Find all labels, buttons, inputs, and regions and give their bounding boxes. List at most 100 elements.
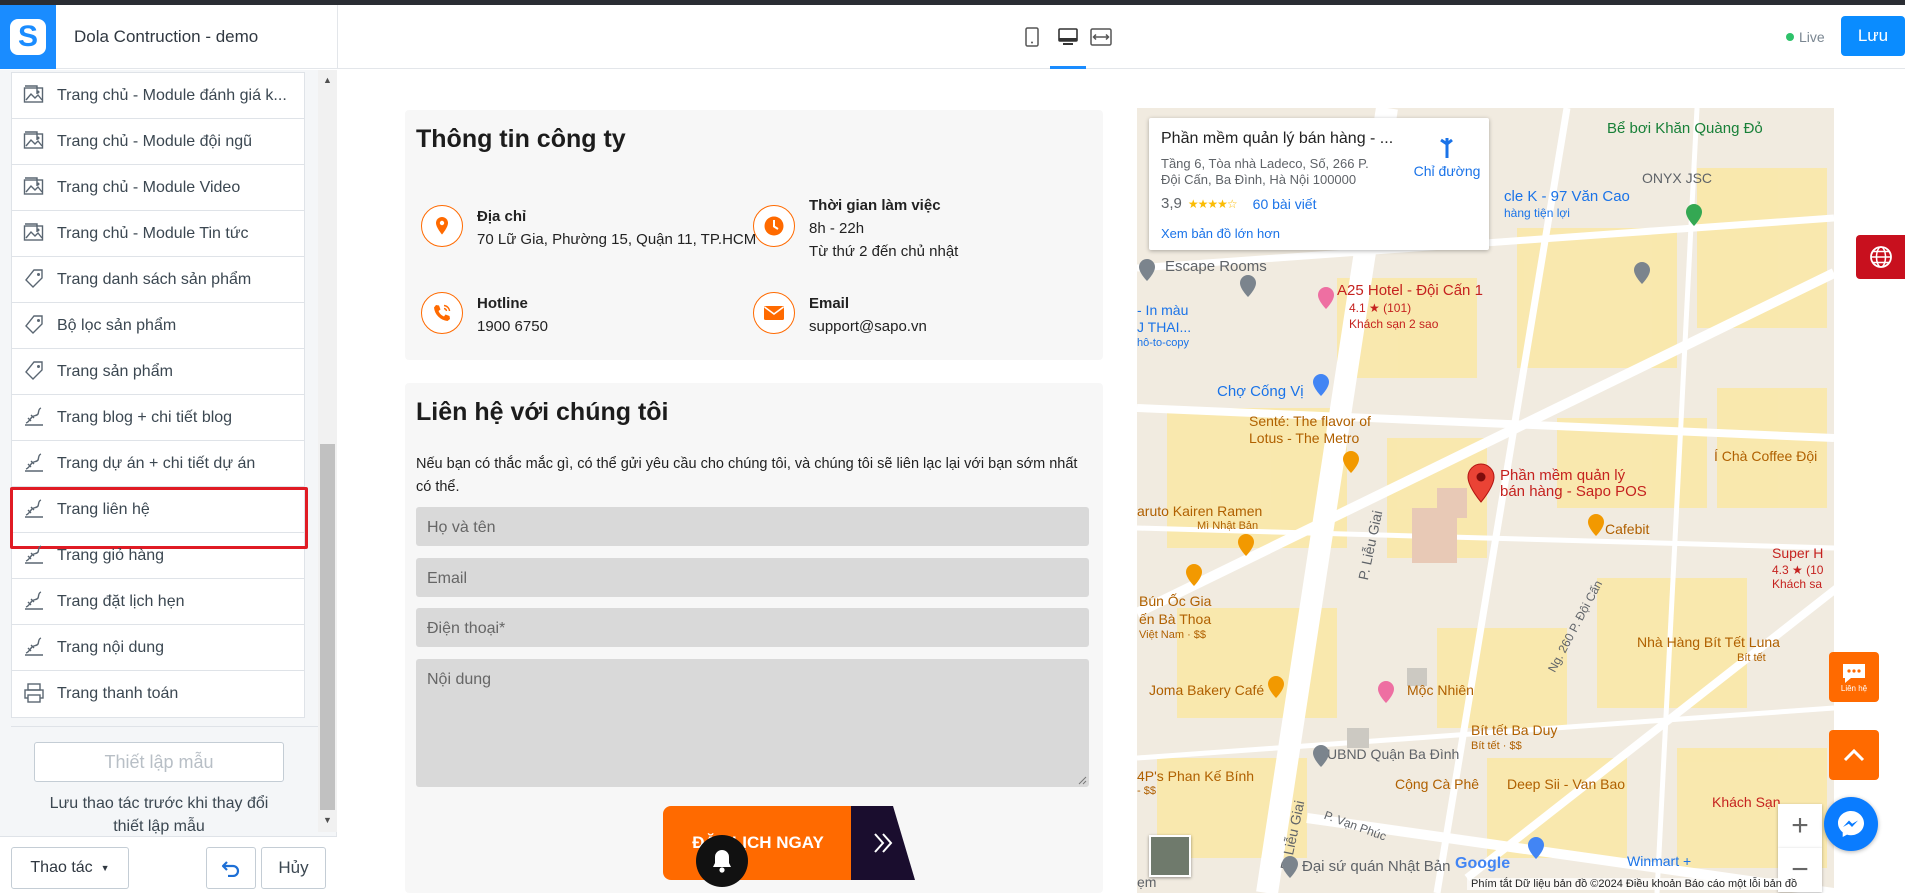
map-label: aruto Kairen Ramen xyxy=(1137,503,1263,519)
clock-icon xyxy=(753,205,795,247)
sidebar-item-label: Trang danh sách sản phẩm xyxy=(57,270,252,288)
page-icon xyxy=(23,452,47,476)
company-info-panel: Thông tin công ty Địa chỉ 70 Lữ Gia, Phư… xyxy=(405,110,1103,360)
address-label: Địa chỉ xyxy=(477,208,527,225)
email-input[interactable]: Email xyxy=(416,558,1089,597)
message-textarea[interactable]: Nội dung xyxy=(416,659,1089,787)
hotel-pin-icon xyxy=(1318,287,1334,309)
page-icon xyxy=(23,498,47,522)
sapo-logo[interactable]: S xyxy=(0,5,56,69)
map-label: Bún Ốc Gia xyxy=(1139,593,1212,609)
map-label: hàng tiện lợi xyxy=(1504,206,1570,220)
map-label: Chợ Cống Vị xyxy=(1217,383,1304,400)
place-pin-icon xyxy=(1240,275,1256,297)
save-button[interactable]: Lưu xyxy=(1841,16,1905,56)
sidebar-item-11[interactable]: Trang đặt lịch hẹn xyxy=(12,579,304,625)
notification-bell-icon[interactable] xyxy=(696,835,748,887)
sidebar-item-3[interactable]: Trang chủ - Module Tin tức xyxy=(12,211,304,257)
embassy-pin-icon xyxy=(1282,856,1298,878)
chat-bubble-icon xyxy=(1843,663,1865,683)
store-name: Dola Contruction - demo xyxy=(74,27,259,46)
undo-icon xyxy=(221,861,240,877)
reviews-link[interactable]: 60 bài viết xyxy=(1253,196,1317,212)
place-name: Phần mềm quản lý bán hàng - ... xyxy=(1161,130,1394,147)
larger-map-link[interactable]: Xem bản đồ lớn hơn xyxy=(1161,226,1280,241)
cafe-pin-icon xyxy=(1588,514,1604,536)
cancel-button[interactable]: Hủy xyxy=(261,847,326,889)
location-pin-icon[interactable] xyxy=(1467,463,1495,503)
sidebar-item-10[interactable]: Trang giỏ hàng xyxy=(12,533,304,579)
caret-down-icon: ▼ xyxy=(100,863,110,873)
sidebar-item-0[interactable]: Trang chủ - Module đánh giá k... xyxy=(12,73,304,119)
phone-input[interactable]: Điện thoại* xyxy=(416,608,1089,647)
map-label: Senté: The flavor of xyxy=(1249,413,1371,429)
satellite-toggle[interactable] xyxy=(1149,835,1191,877)
map-label: A25 Hotel - Đội Cấn 1 xyxy=(1337,282,1483,299)
map-label: 4P's Phan Kế Bính xyxy=(1137,768,1255,784)
sidebar-item-9[interactable]: Trang liên hệ xyxy=(10,487,308,549)
map-label: - In màu xyxy=(1137,302,1189,318)
map-label: Đại sứ quán Nhật Bản xyxy=(1302,858,1451,875)
sidebar-scroll-thumb[interactable] xyxy=(320,444,335,810)
google-map[interactable]: Bể bơi Khăn Quàng Đỏ ONYX JSC cle K - 97… xyxy=(1137,108,1834,893)
sidebar-item-13[interactable]: Trang thanh toán xyxy=(12,671,304,717)
location-pin-icon xyxy=(421,205,463,247)
map-label: Deep Sii - Van Bao xyxy=(1507,776,1626,792)
map-label: Bít tết xyxy=(1737,652,1766,664)
map-label: Bít tết · $$ xyxy=(1471,740,1522,752)
resize-handle-icon xyxy=(1078,776,1087,785)
pin-label-line: bán hàng - Sapo POS xyxy=(1500,483,1647,500)
undo-button[interactable] xyxy=(206,847,256,889)
map-label: Bít tết Ba Duy xyxy=(1471,722,1558,738)
sidebar-divider xyxy=(11,726,318,727)
tag-icon xyxy=(23,268,47,292)
messenger-icon[interactable] xyxy=(1824,797,1878,851)
sidebar-item-6[interactable]: Trang sản phẩm xyxy=(12,349,304,395)
scroll-down-icon[interactable]: ▼ xyxy=(320,812,335,828)
sidebar-item-label: Trang dự án + chi tiết dự án xyxy=(57,454,256,472)
map-label: Joma Bakery Café xyxy=(1149,682,1265,698)
sidebar-item-4[interactable]: Trang danh sách sản phẩm xyxy=(12,257,304,303)
name-input[interactable]: Họ và tên xyxy=(416,507,1089,546)
hours-block: Thời gian làm việc 8h - 22h Từ thứ 2 đến… xyxy=(753,194,958,263)
template-settings-button[interactable]: Thiết lập mẫu xyxy=(34,742,284,782)
live-label: Live xyxy=(1799,29,1825,45)
sidebar-item-7[interactable]: Trang blog + chi tiết blog xyxy=(12,395,304,441)
scroll-up-icon[interactable]: ▲ xyxy=(320,72,335,88)
map-label: ONYX JSC xyxy=(1642,170,1713,186)
header-divider xyxy=(337,5,338,69)
actions-dropdown[interactable]: Thao tác ▼ xyxy=(11,847,129,889)
sidebar-item-12[interactable]: Trang nội dung xyxy=(12,625,304,671)
sidebar-item-1[interactable]: Trang chủ - Module đội ngũ xyxy=(12,119,304,165)
contact-float-button[interactable]: Liên hệ xyxy=(1829,652,1879,702)
map-label: - $$ xyxy=(1137,785,1156,797)
template-note: Lưu thao tác trước khi thay đổi thiết lậ… xyxy=(49,795,269,835)
address-block: Địa chỉ 70 Lữ Gia, Phường 15, Quận 11, T… xyxy=(421,205,756,251)
back-to-top-icon[interactable] xyxy=(1829,730,1879,780)
zoom-in-icon[interactable]: + xyxy=(1778,804,1822,848)
hotline-label: Hotline xyxy=(477,295,528,312)
map-label: Bể bơi Khăn Quàng Đỏ xyxy=(1607,120,1763,137)
map-label: 4.3 ★ (10 xyxy=(1772,563,1824,577)
desktop-icon[interactable] xyxy=(1054,23,1082,51)
sidebar-item-label: Bộ lọc sản phẩm xyxy=(57,316,177,334)
sidebar-item-label: Trang chủ - Module Tin tức xyxy=(57,224,249,242)
sidebar-item-8[interactable]: Trang dự án + chi tiết dự án xyxy=(12,441,304,487)
map-label: Việt Nam · $$ xyxy=(1139,629,1207,641)
sidebar-item-label: Trang liên hệ xyxy=(57,500,150,518)
selected-place-label: Phần mềm quản lý bán hàng - Sapo POS xyxy=(1500,468,1647,500)
sidebar-item-label: Trang blog + chi tiết blog xyxy=(57,408,233,426)
phone-icon xyxy=(421,292,463,334)
fullwidth-icon[interactable] xyxy=(1087,23,1115,51)
mobile-icon[interactable] xyxy=(1018,23,1046,51)
gov-pin-icon xyxy=(1313,745,1329,767)
pin-label-line: Phần mềm quản lý xyxy=(1500,467,1626,484)
image-icon xyxy=(23,84,47,108)
map-label: Í Chà Coffee Đội xyxy=(1714,448,1818,464)
sidebar-item-5[interactable]: Bộ lọc sản phẩm xyxy=(12,303,304,349)
directions-button[interactable]: Chỉ đường xyxy=(1407,136,1487,179)
sidebar-item-2[interactable]: Trang chủ - Module Video xyxy=(12,165,304,211)
map-label: 4.1 ★ (101) xyxy=(1349,301,1412,315)
globe-icon[interactable] xyxy=(1856,235,1905,279)
shop-pin-icon xyxy=(1313,374,1329,396)
